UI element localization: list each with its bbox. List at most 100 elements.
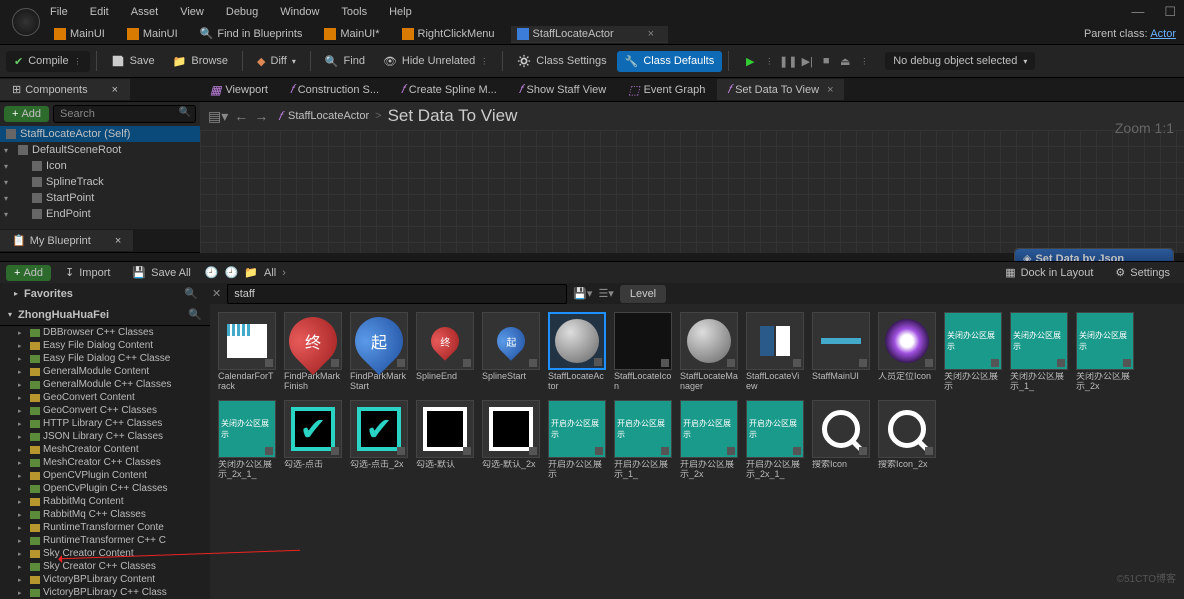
- project-root[interactable]: ZhongHuaHuaFei: [18, 309, 109, 321]
- nav-fwd-icon[interactable]: →: [254, 108, 268, 125]
- asset-calendarfortrack[interactable]: CalendarForTrack: [218, 312, 276, 392]
- asset-stafflocatemanager[interactable]: StaffLocateManager: [680, 312, 738, 392]
- folder-meshcreator-content[interactable]: MeshCreator Content: [0, 443, 210, 456]
- folder-geoconvert-content[interactable]: GeoConvert Content: [0, 391, 210, 404]
- folder-rabbitmq-c-classes[interactable]: RabbitMq C++ Classes: [0, 508, 210, 521]
- asset--_2x_1_[interactable]: 开启办公区展示开启办公区展示_2x_1_: [746, 400, 804, 480]
- asset--_2x_1_[interactable]: 关闭办公区展示关闭办公区展示_2x_1_: [218, 400, 276, 480]
- asset--icon[interactable]: 搜索Icon: [812, 400, 870, 480]
- menu-file[interactable]: File: [50, 6, 68, 18]
- asset--icon_2x[interactable]: 搜索Icon_2x: [878, 400, 936, 480]
- folder-http-library-c-classes[interactable]: HTTP Library C++ Classes: [0, 417, 210, 430]
- stop-button[interactable]: ■: [817, 52, 835, 70]
- asset-stafflocateactor[interactable]: StaffLocateActor: [548, 312, 606, 392]
- asset-splinestart[interactable]: 起SplineStart: [482, 312, 540, 392]
- level-button[interactable]: Level: [620, 285, 666, 303]
- graphtab-set-data-to-view[interactable]: 𝑓Set Data To View×: [717, 79, 843, 100]
- asset-stafflocateicon[interactable]: StaffLocateIcon: [614, 312, 672, 392]
- folder-easy-file-dialog-c-classe[interactable]: Easy File Dialog C++ Classe: [0, 352, 210, 365]
- parent-class-link[interactable]: Actor: [1150, 28, 1176, 40]
- folder-json-library-c-classes[interactable]: JSON Library C++ Classes: [0, 430, 210, 443]
- asset--icon[interactable]: 人员定位Icon: [878, 312, 936, 392]
- folder-generalmodule-c-classes[interactable]: GeneralModule C++ Classes: [0, 378, 210, 391]
- debug-object-selector[interactable]: No debug object selected▾: [885, 52, 1035, 70]
- component-icon[interactable]: ▾Icon: [0, 158, 200, 174]
- history-fwd-icon[interactable]: 🕘: [225, 266, 239, 279]
- class-settings-button[interactable]: Class Settings: [509, 50, 614, 72]
- play-button[interactable]: ▶: [741, 52, 759, 70]
- add-component-button[interactable]: + Add: [4, 106, 49, 122]
- asset-staffmainui[interactable]: StaffMainUI: [812, 312, 870, 392]
- component-endpoint[interactable]: ▾EndPoint: [0, 206, 200, 222]
- cb-search-input[interactable]: [227, 284, 567, 304]
- cb-import-button[interactable]: ↧Import: [57, 262, 118, 283]
- doctab-stafflocateactor[interactable]: StaffLocateActor×: [511, 26, 669, 43]
- find-button[interactable]: 🔍Find: [317, 51, 373, 72]
- doctab-rightclickmenu[interactable]: RightClickMenu: [396, 26, 509, 43]
- folder-runtimetransformer-c-c[interactable]: RuntimeTransformer C++ C: [0, 534, 210, 547]
- folder-opencvplugin-content[interactable]: OpenCVPlugin Content: [0, 469, 210, 482]
- graphtab-create-spline-m-[interactable]: 𝑓Create Spline M...: [391, 79, 507, 100]
- component-search[interactable]: Search: [53, 105, 196, 123]
- asset--[interactable]: 关闭办公区展示关闭办公区展示: [944, 312, 1002, 392]
- cb-all-crumb[interactable]: All: [264, 267, 276, 279]
- cb-saveall-button[interactable]: 💾Save All: [124, 262, 198, 283]
- asset-splineend[interactable]: 终SplineEnd: [416, 312, 474, 392]
- asset--_2x[interactable]: 关闭办公区展示关闭办公区展示_2x: [1076, 312, 1134, 392]
- asset--_2x[interactable]: ✔勾选-点击_2x: [350, 400, 408, 480]
- folder-generalmodule-content[interactable]: GeneralModule Content: [0, 365, 210, 378]
- browse-button[interactable]: 📁Browse: [165, 51, 236, 72]
- maximize-icon[interactable]: ☐: [1164, 4, 1176, 20]
- folder-rabbitmq-content[interactable]: RabbitMq Content: [0, 495, 210, 508]
- graph-canvas[interactable]: ▸ Cast To StaffLocateView ◈Set Data by J…: [200, 130, 1184, 253]
- class-defaults-button[interactable]: 🔧Class Defaults: [617, 51, 723, 72]
- skip-button[interactable]: ▶|: [798, 52, 816, 70]
- menu-window[interactable]: Window: [280, 6, 319, 18]
- folder-icon[interactable]: 📁: [244, 266, 258, 279]
- folder-geoconvert-c-classes[interactable]: GeoConvert C++ Classes: [0, 404, 210, 417]
- folder-dbbrowser-c-classes[interactable]: DBBrowser C++ Classes: [0, 326, 210, 339]
- history-back-icon[interactable]: 🕘: [205, 266, 219, 279]
- eject-button[interactable]: ⏏: [836, 52, 854, 70]
- cb-add-button[interactable]: + Add: [6, 265, 51, 281]
- compile-button[interactable]: ✔Compile⋮: [6, 51, 90, 72]
- component-defaultsceneroot[interactable]: ▾DefaultSceneRoot: [0, 142, 200, 158]
- asset-findparkmarkfinish[interactable]: 终FindParkMarkFinish: [284, 312, 342, 392]
- menu-asset[interactable]: Asset: [131, 6, 159, 18]
- cb-settings-button[interactable]: ⚙Settings: [1107, 262, 1178, 283]
- graphtab-construction-s-[interactable]: 𝑓Construction S...: [280, 79, 389, 100]
- asset--_1_[interactable]: 关闭办公区展示关闭办公区展示_1_: [1010, 312, 1068, 392]
- menu-help[interactable]: Help: [389, 6, 412, 18]
- pause-button[interactable]: ❚❚: [779, 52, 797, 70]
- asset--_1_[interactable]: 开启办公区展示开启办公区展示_1_: [614, 400, 672, 480]
- favorites-section[interactable]: Favorites: [24, 288, 73, 300]
- asset--[interactable]: 勾选-默认: [416, 400, 474, 480]
- minimize-icon[interactable]: —: [1131, 4, 1144, 20]
- filter-icon[interactable]: ☰▾: [598, 287, 613, 300]
- graphtab-viewport[interactable]: ▦Viewport: [200, 80, 278, 100]
- folder-sky-creator-c-classes[interactable]: Sky Creator C++ Classes: [0, 560, 210, 573]
- graphtab-show-staff-view[interactable]: 𝑓Show Staff View: [509, 79, 616, 100]
- doctab-mainui-[interactable]: MainUI*: [318, 26, 393, 43]
- components-tab[interactable]: ⊞Components×: [0, 79, 130, 100]
- asset-stafflocateview[interactable]: StaffLocateView: [746, 312, 804, 392]
- breadcrumb-menu-icon[interactable]: ▤▾: [208, 108, 228, 125]
- menu-tools[interactable]: Tools: [341, 6, 367, 18]
- asset--_2x[interactable]: 勾选-默认_2x: [482, 400, 540, 480]
- folder-runtimetransformer-conte[interactable]: RuntimeTransformer Conte: [0, 521, 210, 534]
- folder-victorybplibrary-content[interactable]: VictoryBPLibrary Content: [0, 573, 210, 586]
- menu-edit[interactable]: Edit: [90, 6, 109, 18]
- doctab-mainui[interactable]: MainUI: [121, 26, 192, 43]
- folder-meshcreator-c-classes[interactable]: MeshCreator C++ Classes: [0, 456, 210, 469]
- my-blueprint-tab[interactable]: 📋My Blueprint×: [0, 230, 133, 251]
- breadcrumb-function[interactable]: Set Data To View: [388, 106, 518, 126]
- menu-view[interactable]: View: [180, 6, 204, 18]
- component-splinetrack[interactable]: ▾SplineTrack: [0, 174, 200, 190]
- clear-search-icon[interactable]: ✕: [212, 287, 221, 300]
- asset--[interactable]: 开启办公区展示开启办公区展示: [548, 400, 606, 480]
- nav-back-icon[interactable]: ←: [234, 108, 248, 125]
- menu-debug[interactable]: Debug: [226, 6, 258, 18]
- save-search-icon[interactable]: 💾▾: [573, 287, 592, 300]
- diff-button[interactable]: ◆Diff▾: [249, 51, 304, 72]
- asset--_2x[interactable]: 开启办公区展示开启办公区展示_2x: [680, 400, 738, 480]
